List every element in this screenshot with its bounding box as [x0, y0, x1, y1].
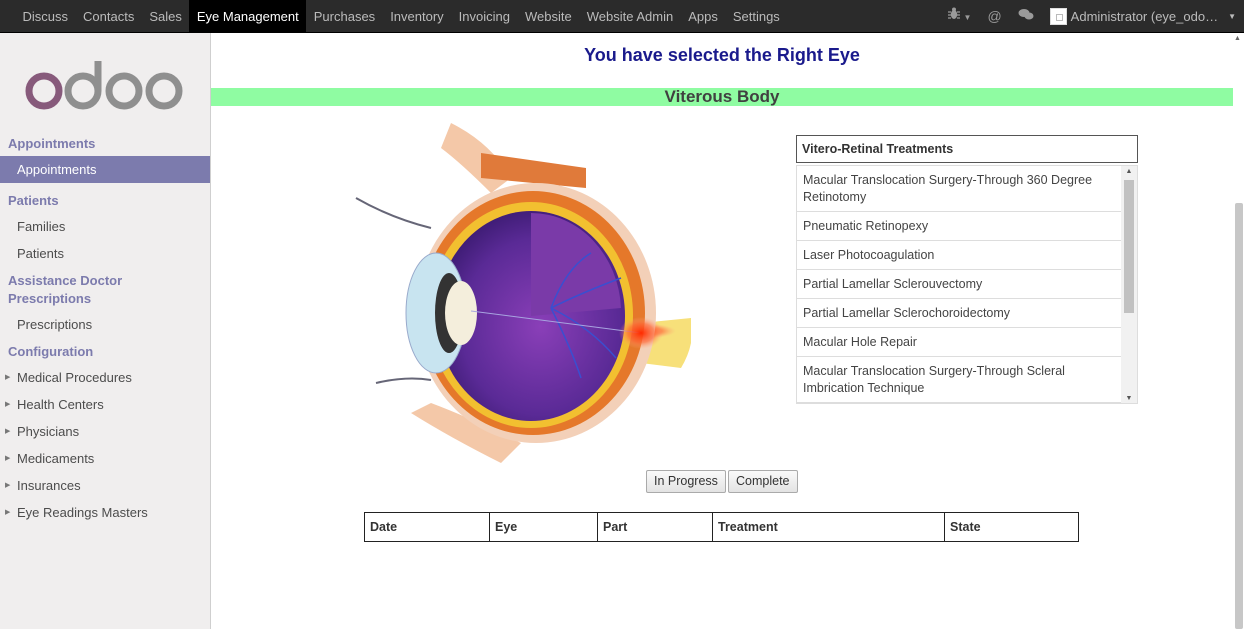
- sidebar-item-medicaments[interactable]: ▶ Medicaments: [0, 445, 210, 472]
- treatments-panel: Vitero-Retinal Treatments Macular Transl…: [796, 135, 1138, 404]
- chevron-down-icon: ▼: [1228, 12, 1236, 21]
- page-title: You have selected the Right Eye: [584, 45, 860, 65]
- caret-right-icon: ▶: [5, 374, 11, 381]
- menu-eye-management[interactable]: Eye Management: [189, 0, 307, 32]
- menu-website-admin[interactable]: Website Admin: [579, 0, 680, 32]
- menu-apps[interactable]: Apps: [681, 0, 726, 32]
- navbar-right: ▼ @ Administrator (eye_odo… ▼: [939, 0, 1244, 33]
- list-item[interactable]: Macular Translocation Surgery-Through Sc…: [797, 357, 1121, 403]
- user-name: Administrator (eye_odo…: [1070, 9, 1219, 24]
- list-item[interactable]: Pneumatic Retinopexy: [797, 212, 1121, 241]
- sidebar-item-appointments[interactable]: Appointments: [0, 156, 210, 183]
- menu-website[interactable]: Website: [517, 0, 579, 32]
- sidebar-item-families[interactable]: Families: [0, 213, 210, 240]
- menu-purchases[interactable]: Purchases: [306, 0, 382, 32]
- menu-discuss[interactable]: Discuss: [15, 0, 76, 32]
- section-appointments: Appointments: [8, 136, 96, 151]
- menu-sales[interactable]: Sales: [142, 0, 190, 32]
- treatments-list[interactable]: Macular Translocation Surgery-Through 36…: [796, 165, 1138, 404]
- menu-inventory[interactable]: Inventory: [383, 0, 451, 32]
- user-menu[interactable]: Administrator (eye_odo… ▼: [1042, 8, 1244, 25]
- sidebar-menu: Appointments Appointments Patients Famil…: [0, 133, 210, 526]
- page-scrollbar[interactable]: ▲: [1233, 33, 1244, 629]
- list-item[interactable]: Macular Hole Repair: [797, 328, 1121, 357]
- menu-settings[interactable]: Settings: [725, 0, 787, 32]
- sidebar: Appointments Appointments Patients Famil…: [0, 33, 211, 629]
- column-state: State: [944, 512, 1079, 542]
- column-date: Date: [364, 512, 490, 542]
- main-content: You have selected the Right Eye Viterous…: [211, 33, 1233, 629]
- at-sign-icon[interactable]: @: [979, 0, 1009, 33]
- column-treatment: Treatment: [712, 512, 945, 542]
- eye-anatomy-image[interactable]: [351, 118, 691, 470]
- complete-button[interactable]: Complete: [728, 470, 798, 493]
- section-patients: Patients: [8, 193, 59, 208]
- list-item[interactable]: Partial Lamellar Sclerochoroidectomy: [797, 299, 1121, 328]
- sidebar-item-health-centers[interactable]: ▶ Health Centers: [0, 391, 210, 418]
- scrollbar-thumb[interactable]: [1235, 203, 1243, 629]
- list-item[interactable]: Laser Photocoagulation: [797, 241, 1121, 270]
- column-part: Part: [597, 512, 713, 542]
- caret-right-icon: ▶: [5, 509, 11, 516]
- section-title: Viterous Body: [211, 88, 1233, 106]
- section-configuration: Configuration: [8, 344, 94, 359]
- table-header-row: Date Eye Part Treatment State: [364, 512, 1079, 542]
- treatments-header: Vitero-Retinal Treatments: [796, 135, 1138, 163]
- app-menu: Discuss Contacts Sales Eye Management Pu…: [0, 0, 787, 32]
- caret-right-icon: ▶: [5, 428, 11, 435]
- odoo-logo: [25, 61, 183, 110]
- chat-bubbles-icon[interactable]: [1010, 0, 1042, 33]
- treatment-history-table: Date Eye Part Treatment State: [364, 512, 1079, 542]
- column-eye: Eye: [489, 512, 598, 542]
- caret-right-icon: ▶: [5, 455, 11, 462]
- sidebar-item-prescriptions[interactable]: Prescriptions: [0, 311, 210, 338]
- menu-invoicing[interactable]: Invoicing: [451, 0, 517, 32]
- scroll-up-icon[interactable]: ▲: [1234, 35, 1241, 42]
- sidebar-item-patients[interactable]: Patients: [0, 240, 210, 267]
- sidebar-item-insurances[interactable]: ▶ Insurances: [0, 472, 210, 499]
- scroll-down-icon[interactable]: ▼: [1121, 395, 1137, 402]
- in-progress-button[interactable]: In Progress: [646, 470, 726, 493]
- list-item[interactable]: Partial Lamellar Sclerouvectomy: [797, 270, 1121, 299]
- scrollbar-thumb[interactable]: [1124, 180, 1134, 313]
- debug-bug-icon[interactable]: ▼: [939, 0, 980, 34]
- caret-right-icon: ▶: [5, 401, 11, 408]
- caret-right-icon: ▶: [5, 482, 11, 489]
- scroll-up-icon[interactable]: ▲: [1121, 168, 1137, 175]
- list-item[interactable]: Macular Translocation Surgery-Through 36…: [797, 166, 1121, 212]
- sidebar-item-physicians[interactable]: ▶ Physicians: [0, 418, 210, 445]
- menu-contacts[interactable]: Contacts: [76, 0, 142, 32]
- treatments-scrollbar[interactable]: ▲ ▼: [1121, 166, 1137, 403]
- section-assistance-doctor-prescriptions: Assistance Doctor Prescriptions: [8, 273, 123, 306]
- sidebar-item-eye-readings-masters[interactable]: ▶ Eye Readings Masters: [0, 499, 210, 526]
- avatar: [1049, 8, 1067, 25]
- sidebar-item-medical-procedures[interactable]: ▶ Medical Procedures: [0, 364, 210, 391]
- top-navbar: Discuss Contacts Sales Eye Management Pu…: [0, 0, 1244, 33]
